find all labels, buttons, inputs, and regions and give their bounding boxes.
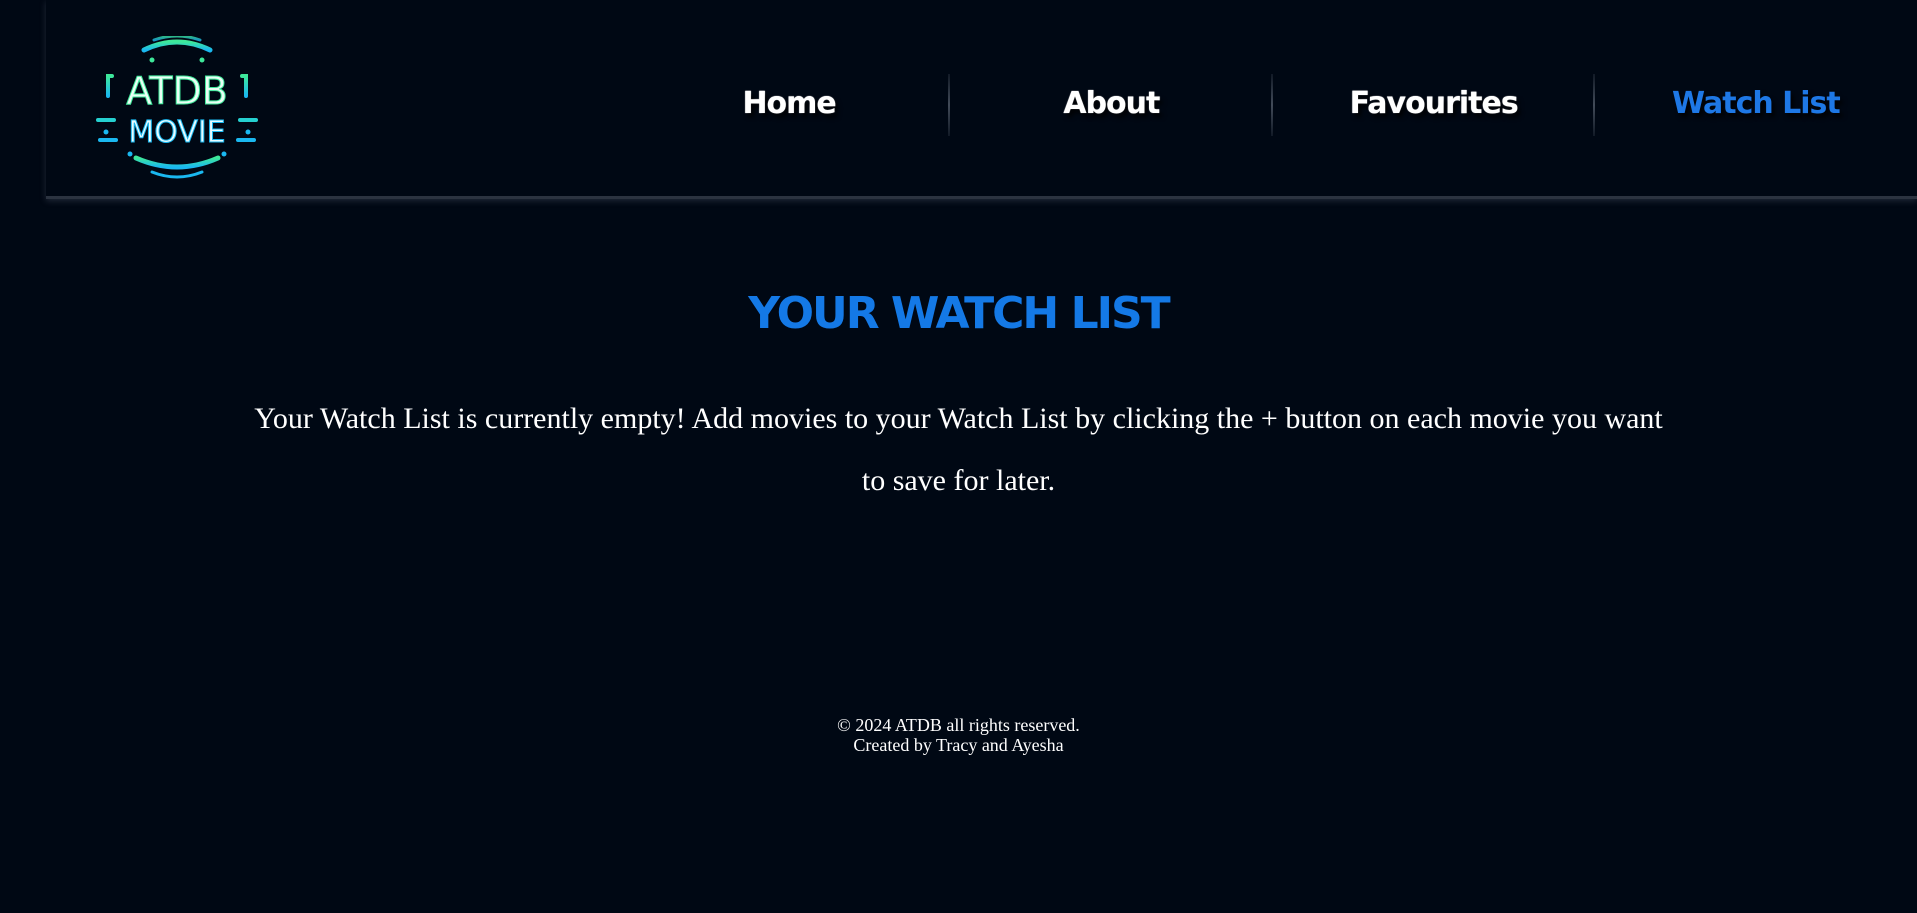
nav-item-home[interactable]: Home (628, 70, 951, 136)
nav-item-label: Watch List (1671, 85, 1841, 121)
nav-item-label: Home (742, 85, 836, 121)
logo-line2: MOVIE (128, 115, 225, 150)
page-title: YOUR WATCH LIST (748, 288, 1170, 339)
atdb-movie-logo-icon: ATDB MOVIE (96, 34, 258, 179)
main-nav: Home About Favourites Watch List (628, 70, 1917, 136)
site-header: ATDB MOVIE Home About Favourites Watch L… (46, 0, 1917, 199)
nav-item-about[interactable]: About (950, 70, 1273, 136)
copyright-text: © 2024 ATDB all rights reserved. (837, 715, 1080, 735)
nav-item-favourites[interactable]: Favourites (1273, 70, 1596, 136)
nav-item-label: About (1063, 85, 1160, 121)
logo-line1: ATDB (126, 69, 228, 113)
nav-item-label: Favourites (1349, 85, 1519, 121)
nav-item-watch-list[interactable]: Watch List (1595, 70, 1917, 136)
site-logo[interactable]: ATDB MOVIE (94, 34, 260, 182)
credits-text: Created by Tracy and Ayesha (853, 735, 1064, 755)
empty-watch-list-message: Your Watch List is currently empty! Add … (254, 402, 1663, 497)
page: ATDB MOVIE Home About Favourites Watch L… (0, 0, 1917, 913)
site-footer: © 2024 ATDB all rights reserved. Created… (0, 715, 1917, 755)
